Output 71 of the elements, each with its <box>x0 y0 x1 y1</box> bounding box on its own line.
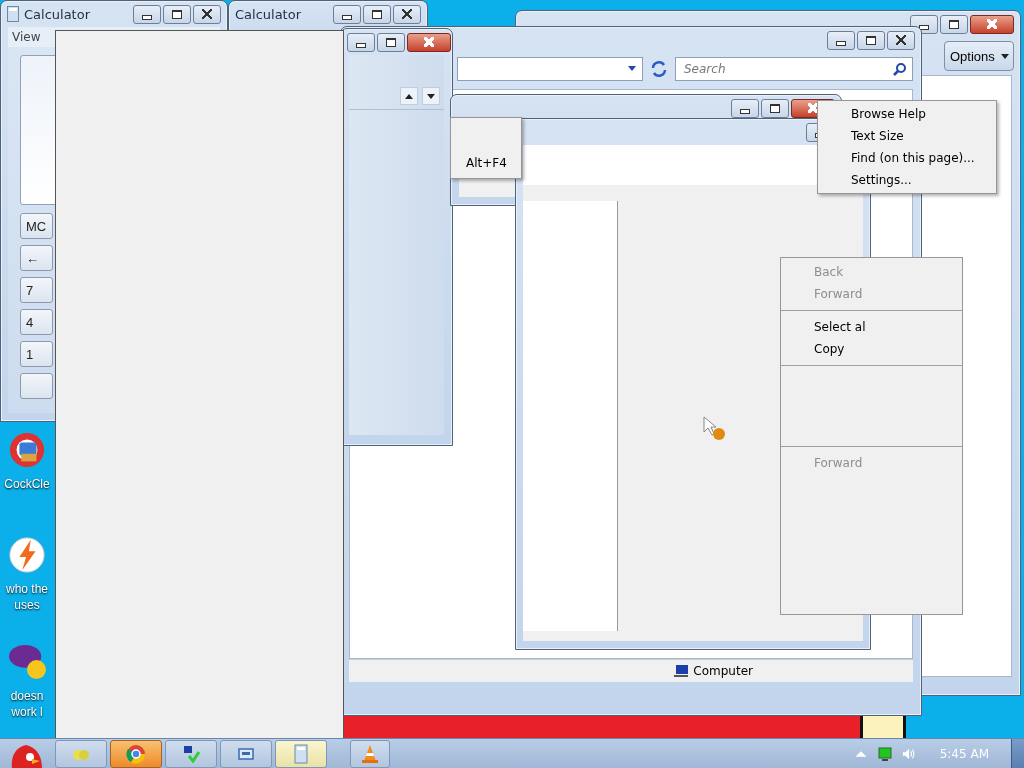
close-button[interactable] <box>970 14 1014 34</box>
calculator-icon <box>291 744 311 764</box>
close-button[interactable] <box>407 32 451 52</box>
maximize-button[interactable] <box>363 4 391 24</box>
menu-item[interactable]: Browse Help <box>818 103 996 125</box>
options-button[interactable]: Options <box>944 41 1014 71</box>
traffic-cone-icon <box>360 744 380 764</box>
monitor-icon[interactable] <box>877 747 892 761</box>
maximize-button[interactable] <box>163 4 191 24</box>
cursor-icon <box>703 416 727 442</box>
close-button[interactable] <box>887 30 915 50</box>
scroll-down-button[interactable] <box>422 87 440 105</box>
maximize-icon <box>770 103 780 113</box>
minimize-button[interactable] <box>347 32 375 52</box>
maximize-icon <box>372 9 382 19</box>
caret-icon <box>1000 53 1009 59</box>
maximize-button[interactable] <box>377 32 405 52</box>
close-icon <box>424 37 434 47</box>
browser-icon <box>126 744 146 764</box>
menu-item[interactable]: Find (on this page)... <box>818 147 996 169</box>
minimize-icon <box>919 24 929 30</box>
maximize-icon <box>949 19 959 29</box>
close-icon <box>987 19 997 29</box>
calculator-icon <box>7 6 19 22</box>
calculator-key[interactable]: 1 <box>20 341 53 367</box>
computer-icon <box>673 664 690 678</box>
search-field[interactable]: Search <box>675 57 913 81</box>
close-button[interactable] <box>193 4 221 24</box>
show-desktop-button[interactable] <box>1011 739 1024 768</box>
calculator-key[interactable] <box>20 373 53 399</box>
refresh-icon[interactable] <box>649 59 669 79</box>
calculator-key[interactable]: 4 <box>20 309 53 335</box>
close-button[interactable] <box>393 4 421 24</box>
close-icon <box>808 103 818 113</box>
close-icon <box>896 35 906 45</box>
maximize-button[interactable] <box>761 98 789 118</box>
maximize-button[interactable] <box>940 14 968 34</box>
maximize-icon <box>172 9 182 19</box>
menu-shortcut[interactable]: Alt+F4 <box>451 156 521 170</box>
scroll-up-button[interactable] <box>400 87 418 105</box>
minimize-icon <box>740 108 750 114</box>
calculator-key[interactable]: 7 <box>20 277 53 303</box>
minimize-button[interactable] <box>827 30 855 50</box>
menu-item[interactable]: Text Size <box>818 125 996 147</box>
minimize-button[interactable] <box>133 4 161 24</box>
menu-item[interactable]: Select al <box>781 316 962 338</box>
taskbar-button[interactable] <box>165 740 217 768</box>
taskbar-button[interactable] <box>110 740 162 768</box>
address-bar[interactable] <box>457 57 643 81</box>
minimize-button[interactable] <box>333 4 361 24</box>
menu-item[interactable]: Settings... <box>818 169 996 191</box>
minimize-icon <box>836 40 846 46</box>
menu-item[interactable]: Copy <box>781 338 962 360</box>
close-icon <box>402 9 412 19</box>
menu-item[interactable]: View <box>12 30 41 44</box>
status-location: Computer <box>693 664 753 678</box>
minimize-icon <box>342 14 352 20</box>
close-icon <box>202 9 212 19</box>
maximize-icon <box>866 35 876 45</box>
calculator-key[interactable]: MC <box>20 213 53 239</box>
minimize-button[interactable] <box>731 98 759 118</box>
maximize-icon <box>386 37 396 47</box>
window-title: Calculator <box>24 6 90 22</box>
search-icon <box>893 62 907 76</box>
dropdown-arrow-icon <box>628 66 636 71</box>
taskbar-button[interactable] <box>220 740 272 768</box>
minimize-icon <box>142 14 152 20</box>
minimize-icon <box>356 42 366 48</box>
window-title: Calculator <box>235 6 301 22</box>
maximize-button[interactable] <box>857 30 885 50</box>
calculator-key[interactable]: ← <box>20 245 53 271</box>
